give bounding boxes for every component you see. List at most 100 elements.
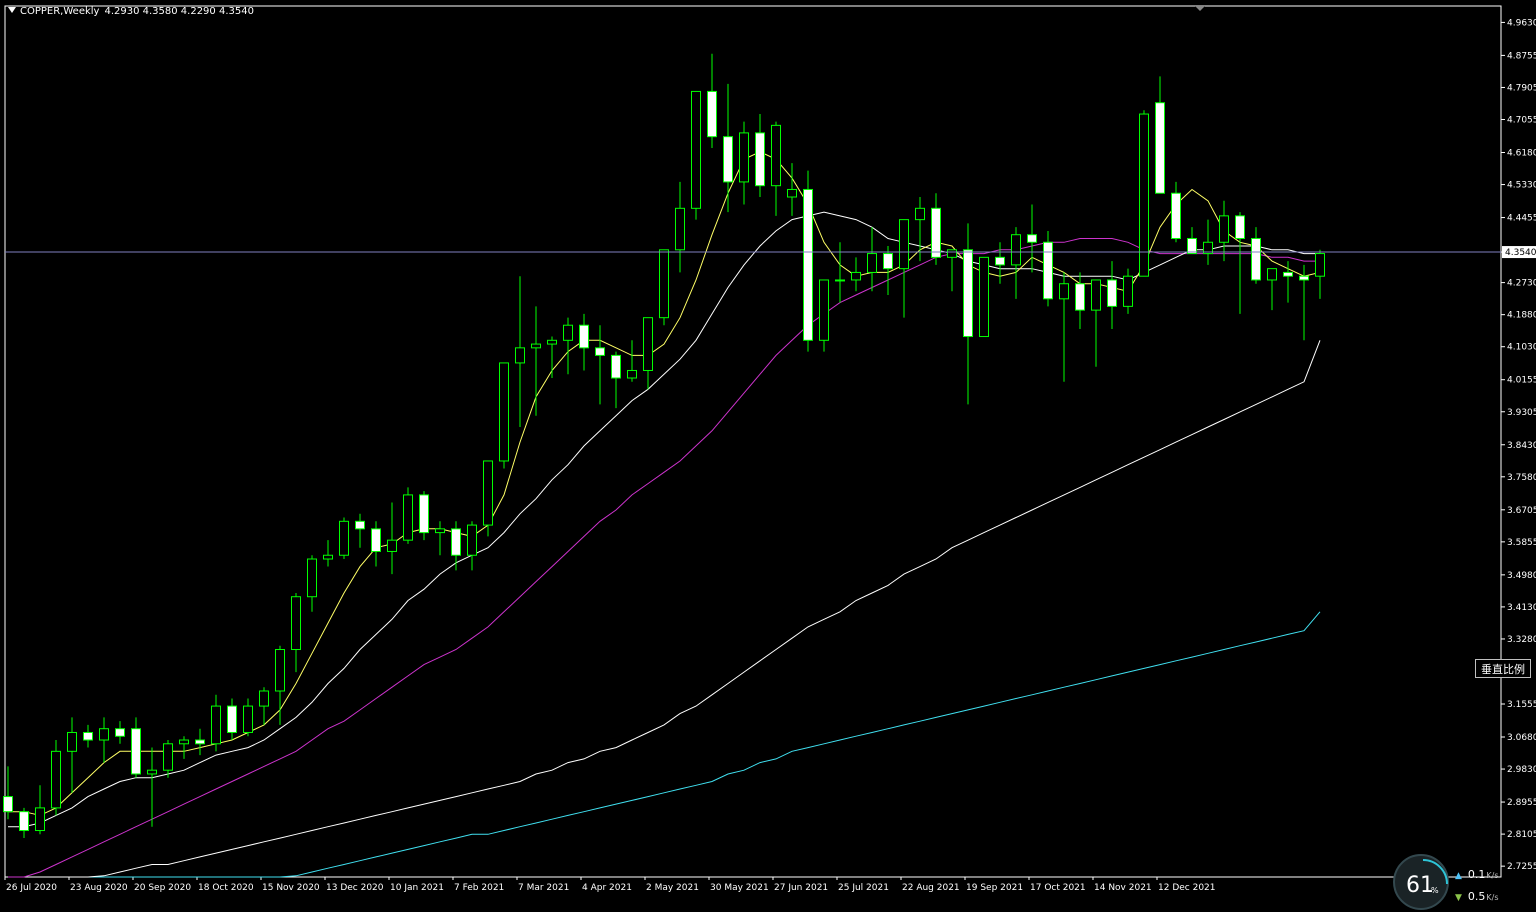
x-tick-label: 30 May 2021 (710, 883, 769, 893)
upload-speed: ▲ 0.1K/s (1455, 868, 1499, 881)
y-tick-label: 3.9305 (1507, 408, 1536, 418)
bear-candle-body (723, 136, 733, 183)
y-tick-label: 4.4455 (1507, 214, 1536, 224)
bear-candle-body (83, 731, 93, 741)
y-tick-label: 3.7580 (1507, 473, 1536, 483)
bull-candle-body (403, 494, 413, 541)
upload-arrow-icon: ▲ (1455, 871, 1462, 881)
y-tick-label: 3.3280 (1507, 635, 1536, 645)
network-widget: 61 % ▲ 0.1K/s ▼ 0.5K/s (1393, 854, 1536, 910)
x-tick-label: 17 Oct 2021 (1030, 883, 1086, 893)
bear-candle-body (131, 728, 141, 775)
bull-candle-body (1267, 268, 1277, 281)
x-tick-label: 7 Feb 2021 (454, 883, 504, 893)
bear-candle-body (227, 705, 237, 733)
bull-candle-body (835, 279, 845, 282)
candle (339, 517, 349, 560)
bull-candle-body (307, 558, 317, 598)
bull-candle-body (979, 256, 989, 338)
bull-candle-body (1123, 275, 1133, 307)
bull-candle-body (35, 807, 45, 832)
download-value: 0.5 (1467, 890, 1486, 903)
bear-candle-body (611, 354, 621, 379)
y-tick-label: 4.1030 (1507, 343, 1536, 353)
x-tick-label: 14 Nov 2021 (1094, 883, 1152, 893)
bull-candle-body (243, 705, 253, 733)
candle (1139, 110, 1149, 277)
y-tick-label: 4.7055 (1507, 116, 1536, 126)
y-tick-label: 4.6180 (1507, 149, 1536, 159)
x-tick-label: 26 Jul 2020 (6, 883, 57, 893)
bull-candle-body (515, 347, 525, 364)
candle (483, 460, 493, 537)
bull-candle-body (659, 249, 669, 319)
ohlc-quote: 4.2930 4.3580 4.2290 4.3540 (104, 6, 254, 17)
bear-candle-body (1299, 275, 1309, 281)
y-tick-label: 4.5330 (1507, 181, 1536, 191)
bear-candle-body (1251, 237, 1261, 281)
chart-header: COPPER,Weekly 4.2930 4.3580 4.2290 4.3540 (8, 6, 254, 17)
bear-candle-body (707, 90, 717, 138)
bull-candle-body (787, 188, 797, 198)
bear-candle-body (755, 132, 765, 187)
bear-candle-body (451, 528, 461, 556)
current-price-label: 4.3540 (1505, 248, 1536, 258)
bear-candle-body (3, 796, 13, 813)
x-tick-label: 15 Nov 2020 (262, 883, 320, 893)
bull-candle-body (1315, 253, 1325, 277)
bear-candle-body (1043, 241, 1053, 300)
bear-candle-body (371, 528, 381, 552)
y-tick-label: 3.4980 (1507, 571, 1536, 581)
price-chart[interactable]: 4.9630 4.8755 4.7905 4.7055 4.6180 4.5330 4.44… (0, 0, 1536, 900)
x-tick-label: 2 May 2021 (646, 883, 699, 893)
y-tick-label: 3.1555 (1507, 700, 1536, 710)
bear-candle-body (419, 494, 429, 534)
bear-candle-body (19, 811, 29, 832)
bull-candle-body (67, 731, 77, 752)
y-tick-label: 2.9830 (1507, 765, 1536, 775)
bear-candle-body (963, 249, 973, 338)
candle (691, 90, 701, 220)
bull-candle-body (819, 279, 829, 341)
x-tick-label: 23 Aug 2020 (70, 883, 128, 893)
bull-candle-body (211, 705, 221, 745)
bull-candle-body (259, 690, 269, 707)
y-tick-label: 3.8430 (1507, 441, 1536, 451)
x-tick-label: 25 Jul 2021 (838, 883, 889, 893)
bull-candle-body (291, 596, 301, 651)
candle (979, 256, 989, 338)
y-tick-label: 4.8755 (1507, 51, 1536, 61)
bull-candle-body (643, 317, 653, 371)
y-tick-label: 3.4130 (1507, 603, 1536, 613)
y-tick-label: 3.0680 (1507, 733, 1536, 743)
cpu-gauge: 61 % (1393, 854, 1449, 910)
candle (659, 249, 669, 326)
vertical-scale-button[interactable]: 垂直比例 (1475, 659, 1531, 678)
bull-candle-body (435, 528, 445, 534)
x-tick-label: 22 Aug 2021 (902, 883, 960, 893)
y-tick-label: 4.2730 (1507, 279, 1536, 289)
x-tick-label: 27 Jun 2021 (774, 883, 828, 893)
upload-value: 0.1 (1467, 868, 1486, 881)
candle (51, 740, 61, 816)
bear-candle-body (1107, 279, 1117, 307)
candle (403, 487, 413, 544)
bear-candle-body (355, 520, 365, 530)
bull-candle-body (323, 554, 333, 560)
bear-candle-body (595, 347, 605, 356)
bear-candle-body (803, 188, 813, 341)
x-tick-label: 13 Dec 2020 (326, 883, 384, 893)
bull-candle-body (691, 90, 701, 209)
candle (499, 362, 509, 469)
dropdown-triangle-icon[interactable] (8, 7, 16, 13)
bull-candle-body (627, 369, 637, 379)
bear-candle-body (1235, 215, 1245, 239)
bull-candle-body (1091, 279, 1101, 311)
bull-candle-body (899, 219, 909, 270)
x-tick-label: 12 Dec 2021 (1158, 883, 1216, 893)
candle (419, 491, 429, 541)
bull-candle-body (867, 253, 877, 273)
bull-candle-body (531, 343, 541, 349)
x-tick-label: 19 Sep 2021 (966, 883, 1023, 893)
x-tick-label: 10 Jan 2021 (390, 883, 444, 893)
